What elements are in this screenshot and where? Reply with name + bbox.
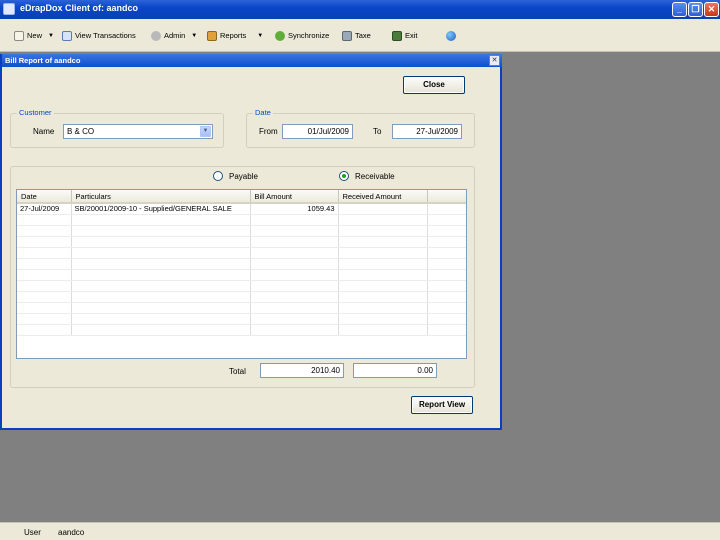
column-header-blank <box>427 190 466 204</box>
new-menu-button[interactable]: New ▼ <box>14 29 54 42</box>
report-view-button[interactable]: Report View <box>411 396 473 414</box>
bill-report-window: Bill Report of aandco ✕ Close Customer N… <box>0 54 502 430</box>
bill-report-titlebar: Bill Report of aandco ✕ <box>2 54 502 67</box>
close-button[interactable]: Close <box>403 76 465 94</box>
name-label: Name <box>33 127 55 136</box>
date-group: Date From 01/Jul/2009 To 27-Jul/2009 <box>246 108 475 148</box>
column-header-bill-amount[interactable]: Bill Amount <box>250 190 339 204</box>
exit-button[interactable]: Exit <box>392 29 418 42</box>
empty-row <box>17 236 466 248</box>
view-icon <box>62 30 72 41</box>
customer-name-value: B & CO <box>67 127 95 136</box>
bill-report-title: Bill Report of aandco <box>5 56 81 65</box>
total-received-field: 0.00 <box>353 363 437 378</box>
synchronize-label: Synchronize <box>288 31 330 40</box>
column-header-received-amount[interactable]: Received Amount <box>338 190 428 204</box>
row-received-amount-cell <box>338 203 428 215</box>
date-legend: Date <box>253 108 273 117</box>
row-bill-amount-cell: 1059.43 <box>250 203 339 215</box>
table-row[interactable]: 27-Jul/2009 SB/20001/2009-10 - Supplied/… <box>17 203 466 215</box>
status-user-label: User <box>24 528 41 537</box>
status-user-value: aandco <box>58 528 85 537</box>
row-date-cell: 27-Jul/2009 <box>17 203 72 215</box>
payable-radio[interactable]: Payable <box>213 171 258 181</box>
admin-menu-button[interactable]: Admin ▼ <box>151 29 197 42</box>
sync-icon <box>275 30 285 41</box>
receivable-label: Receivable <box>355 171 395 181</box>
status-bar: User aandco <box>0 522 720 540</box>
empty-row <box>17 302 466 314</box>
empty-row <box>17 225 466 237</box>
payable-radio-dot[interactable] <box>213 171 223 181</box>
web-button[interactable] <box>446 29 456 42</box>
customer-legend: Customer <box>17 108 54 117</box>
chevron-down-icon[interactable]: ▼ <box>200 126 211 137</box>
empty-row <box>17 291 466 303</box>
reports-label: Reports <box>220 31 247 40</box>
from-date-field[interactable]: 01/Jul/2009 <box>282 124 353 139</box>
row-blank-cell <box>427 203 466 215</box>
dropdown-arrow-icon: ▼ <box>257 32 264 39</box>
main-toolbar: New ▼ View Transactions Admin ▼ Reports ▼ S… <box>0 19 720 52</box>
admin-label: Admin <box>164 31 186 40</box>
tax-button[interactable]: Taxe <box>342 29 371 42</box>
total-bill-field: 2010.40 <box>260 363 344 378</box>
app-title: eDrapDox Client of: aandco <box>20 3 139 13</box>
window-close-icon[interactable]: ✕ <box>489 55 500 66</box>
bill-grid[interactable]: Date Particulars Bill Amount Received Am… <box>16 189 467 359</box>
exit-icon <box>392 30 402 41</box>
new-document-icon <box>14 30 24 41</box>
app-icon <box>3 3 15 15</box>
synchronize-button[interactable]: Synchronize <box>275 29 329 42</box>
row-particulars-cell: SB/20001/2009-10 - Supplied/GENERAL SALE <box>71 203 251 215</box>
bill-table: Date Particulars Bill Amount Received Am… <box>17 190 466 336</box>
customer-group: Customer Name B & CO ▼ <box>10 108 224 148</box>
column-header-particulars[interactable]: Particulars <box>71 190 251 204</box>
globe-icon <box>446 30 456 41</box>
empty-row <box>17 247 466 259</box>
column-header-date[interactable]: Date <box>17 190 72 204</box>
payable-label: Payable <box>229 171 258 181</box>
gear-icon <box>151 30 161 41</box>
from-label: From <box>259 127 278 136</box>
receivable-radio-dot[interactable] <box>339 171 349 181</box>
customer-name-combo[interactable]: B & CO ▼ <box>63 124 213 139</box>
empty-row <box>17 214 466 226</box>
empty-row <box>17 269 466 281</box>
app-titlebar: eDrapDox Client of: aandco _ ❐ ✕ <box>0 0 720 19</box>
new-label: New <box>27 31 43 40</box>
exit-label: Exit <box>405 31 418 40</box>
tax-label: Taxe <box>355 31 371 40</box>
to-date-field[interactable]: 27-Jul/2009 <box>392 124 462 139</box>
maximize-button[interactable]: ❐ <box>688 2 703 17</box>
reports-icon <box>207 30 217 41</box>
view-transactions-label: View Transactions <box>75 31 136 40</box>
close-app-button[interactable]: ✕ <box>704 2 719 17</box>
tax-icon <box>342 30 352 41</box>
empty-row <box>17 324 466 336</box>
empty-row <box>17 258 466 270</box>
receivable-radio[interactable]: Receivable <box>339 171 395 181</box>
total-label: Total <box>229 367 246 376</box>
minimize-button[interactable]: _ <box>672 2 687 17</box>
empty-row <box>17 280 466 292</box>
dropdown-arrow-icon: ▼ <box>48 32 54 39</box>
empty-row <box>17 313 466 325</box>
dropdown-arrow-icon: ▼ <box>191 32 198 39</box>
reports-menu-button[interactable]: Reports ▼ <box>207 29 263 42</box>
grid-header-row: Date Particulars Bill Amount Received Am… <box>17 190 466 204</box>
view-transactions-button[interactable]: View Transactions <box>62 29 136 42</box>
to-label: To <box>373 127 382 136</box>
